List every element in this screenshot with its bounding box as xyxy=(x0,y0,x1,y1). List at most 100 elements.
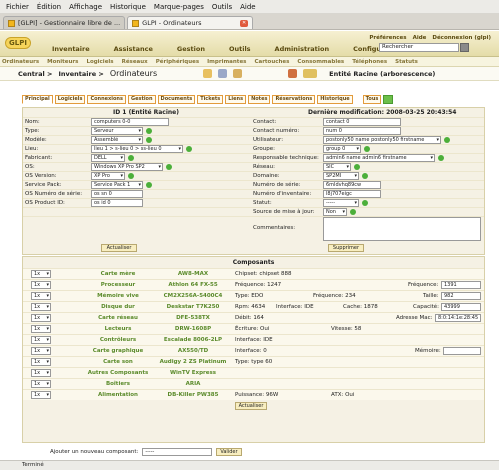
search-icon[interactable] xyxy=(218,69,228,78)
actualiser-button[interactable]: Actualiser xyxy=(101,244,137,252)
components-actualiser-button[interactable]: Actualiser xyxy=(235,402,267,410)
commentaires-textarea[interactable] xyxy=(323,217,481,241)
link-deconnexion[interactable]: Déconnexion (glpi) xyxy=(432,35,491,41)
reseau-select[interactable]: SIC xyxy=(323,163,351,171)
component-type[interactable]: Alimentation xyxy=(83,392,153,398)
taille-input[interactable]: 982 xyxy=(441,292,481,300)
component-device[interactable]: AW8-MAX xyxy=(158,271,228,277)
valider-button[interactable]: Valider xyxy=(216,448,242,456)
add-source-icon[interactable] xyxy=(350,209,356,215)
browser-tab-2[interactable]: GLPI - Ordinateurs ✕ xyxy=(127,16,254,29)
tab-tous[interactable]: Tous xyxy=(362,95,382,104)
component-device[interactable]: DB-Killer PW385 xyxy=(158,392,228,398)
search-user-icon[interactable] xyxy=(444,137,450,143)
subnav-reseaux[interactable]: Réseaux xyxy=(122,59,148,65)
plus-tab-icon[interactable] xyxy=(383,95,394,104)
component-type[interactable]: Mémoire vive xyxy=(83,293,153,299)
mac-input[interactable]: 8:0:14:1e:28:45 xyxy=(435,314,481,322)
frequence-input[interactable]: 1391 xyxy=(441,281,481,289)
qty-select[interactable]: 1x xyxy=(31,369,51,377)
nav-administration[interactable]: Administration xyxy=(263,45,342,53)
link-preferences[interactable]: Préférences xyxy=(369,35,406,41)
groupe-select[interactable]: group 0 xyxy=(323,145,361,153)
os-version-select[interactable]: XP Pro xyxy=(91,172,125,180)
add-icon[interactable] xyxy=(203,69,213,78)
add-service-pack-icon[interactable] xyxy=(146,182,152,188)
qty-select[interactable]: 1x xyxy=(31,270,51,278)
tab-historique[interactable]: Historique xyxy=(317,95,353,104)
qty-select[interactable]: 1x xyxy=(31,314,51,322)
crumb-inventaire[interactable]: Inventaire > xyxy=(58,70,103,78)
type-select[interactable]: Serveur xyxy=(91,127,143,135)
subnav-peripheriques[interactable]: Périphériques xyxy=(156,59,199,65)
component-device[interactable]: AX550/TD xyxy=(158,348,228,354)
menu-marque-pages[interactable]: Marque-pages xyxy=(154,3,204,11)
component-type[interactable]: Contrôleurs xyxy=(83,337,153,343)
menu-fichier[interactable]: Fichier xyxy=(6,3,29,11)
nav-outils[interactable]: Outils xyxy=(217,45,263,53)
search-input[interactable]: Rechercher xyxy=(379,43,459,52)
numero-inventaire-input[interactable]: l8j707eigc xyxy=(323,190,381,198)
component-device[interactable]: CM2X256A-5400C4 xyxy=(158,293,228,299)
component-type[interactable]: Carte graphique xyxy=(83,348,153,354)
menu-affichage[interactable]: Affichage xyxy=(69,3,102,11)
template-icon[interactable] xyxy=(233,69,243,78)
subnav-telephones[interactable]: Téléphones xyxy=(352,59,387,65)
component-device[interactable]: ARIA xyxy=(158,381,228,387)
close-tab-icon[interactable]: ✕ xyxy=(240,19,249,27)
search-button[interactable] xyxy=(460,43,469,52)
component-device[interactable]: Escalade 8006-2LP xyxy=(158,337,228,343)
component-device[interactable]: DRW-1608P xyxy=(158,326,228,332)
qty-select[interactable]: 1x xyxy=(31,391,51,399)
tab-connexions[interactable]: Connexions xyxy=(87,95,126,104)
subnav-cartouches[interactable]: Cartouches xyxy=(254,59,289,65)
component-type[interactable]: Lecteurs xyxy=(83,326,153,332)
component-type[interactable]: Boîtiers xyxy=(83,381,153,387)
component-type[interactable]: Autres Composants xyxy=(83,370,153,376)
fabricant-select[interactable]: DELL xyxy=(91,154,125,162)
add-statut-icon[interactable] xyxy=(362,200,368,206)
numero-serie-input[interactable]: 6mldvhq89cw xyxy=(323,181,381,189)
nav-inventaire[interactable]: Inventaire xyxy=(40,45,102,53)
subnav-statuts[interactable]: Statuts xyxy=(395,59,418,65)
add-os-version-icon[interactable] xyxy=(128,173,134,179)
tab-gestion[interactable]: Gestion xyxy=(127,95,156,104)
add-fabricant-icon[interactable] xyxy=(128,155,134,161)
menu-aide[interactable]: Aide xyxy=(240,3,255,11)
supprimer-button[interactable]: Supprimer xyxy=(328,244,364,252)
responsable-select[interactable]: admin6 name admin6 firstname xyxy=(323,154,435,162)
add-component-select[interactable]: ----- xyxy=(142,448,213,456)
statut-select[interactable]: ----- xyxy=(323,199,359,207)
subnav-ordinateurs[interactable]: Ordinateurs xyxy=(2,59,39,65)
memoire-input[interactable] xyxy=(443,347,481,355)
qty-select[interactable]: 1x xyxy=(31,347,51,355)
lieu-select[interactable]: lieu 1 > s-lieu 0 > ss-lieu 0 xyxy=(91,145,183,153)
menu-edition[interactable]: Édition xyxy=(37,3,61,11)
tab-tickets[interactable]: Tickets xyxy=(197,95,224,104)
component-type[interactable]: Carte son xyxy=(83,359,153,365)
add-reseau-icon[interactable] xyxy=(354,164,360,170)
component-type[interactable]: Carte mère xyxy=(83,271,153,277)
os-select[interactable]: Windows XP Pro SP2 xyxy=(91,163,163,171)
component-device[interactable]: Athlon 64 FX-55 xyxy=(158,282,228,288)
qty-select[interactable]: 1x xyxy=(31,303,51,311)
qty-select[interactable]: 1x xyxy=(31,336,51,344)
nav-gestion[interactable]: Gestion xyxy=(165,45,217,53)
search-tech-icon[interactable] xyxy=(438,155,444,161)
add-modele-icon[interactable] xyxy=(146,137,152,143)
link-aide[interactable]: Aide xyxy=(413,35,427,41)
glpi-logo[interactable]: GLPI xyxy=(5,37,31,49)
os-product-id-input[interactable]: os id 0 xyxy=(91,199,143,207)
domaine-select[interactable]: SP2MI xyxy=(323,172,359,180)
service-pack-select[interactable]: Service Pack 1 xyxy=(91,181,143,189)
subnav-moniteurs[interactable]: Moniteurs xyxy=(47,59,78,65)
tab-logiciels[interactable]: Logiciels xyxy=(54,95,86,104)
component-type[interactable]: Carte réseau xyxy=(83,315,153,321)
tab-liens[interactable]: Liens xyxy=(225,95,247,104)
qty-select[interactable]: 1x xyxy=(31,358,51,366)
qty-select[interactable]: 1x xyxy=(31,292,51,300)
tab-notes[interactable]: Notes xyxy=(248,95,271,104)
component-type[interactable]: Disque dur xyxy=(83,304,153,310)
component-device[interactable]: WinTV Express xyxy=(158,370,228,376)
utilisateur-select[interactable]: postonly50 name postonly50 firstname xyxy=(323,136,441,144)
